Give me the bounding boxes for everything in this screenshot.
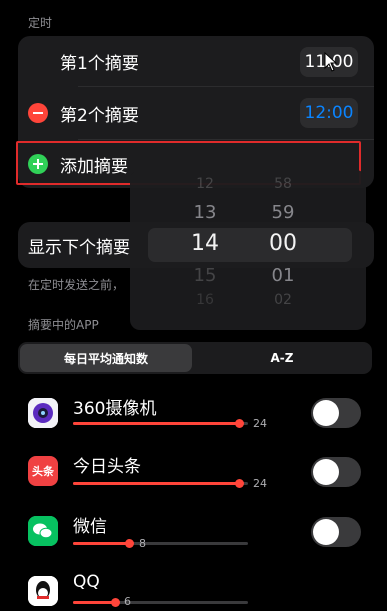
app-row: QQ 6 <box>0 566 387 611</box>
notification-bar-fill <box>73 601 115 604</box>
next-summary-footer: 在定时发送之前， <box>28 278 125 292</box>
apps-section-header: 摘要中的APP <box>28 318 99 332</box>
minute-option[interactable]: 02 <box>258 292 308 308</box>
notification-bar <box>73 419 248 428</box>
notification-bar-knob <box>125 539 134 548</box>
app-row: 微信 8 <box>0 506 387 562</box>
notification-bar <box>73 598 248 607</box>
app-row: 360摄像机 24 <box>0 388 387 444</box>
toggle-knob <box>313 459 339 485</box>
hour-option[interactable]: 15 <box>180 265 230 286</box>
app-row: 头条 今日头条 24 <box>0 446 387 502</box>
remove-summary-button[interactable] <box>28 103 48 123</box>
app-toggle[interactable] <box>311 517 361 547</box>
notification-bar-knob <box>111 598 120 607</box>
toutiao-icon: 头条 <box>28 456 58 486</box>
app-name: 微信 <box>73 517 107 537</box>
hour-option[interactable]: 12 <box>180 176 230 192</box>
minute-option[interactable]: 01 <box>258 265 308 286</box>
next-summary-label: 显示下个摘要 <box>28 237 130 258</box>
summary-row-2[interactable]: 第2个摘要 12:00 <box>18 87 374 139</box>
notification-bar-knob <box>235 479 245 488</box>
notification-count: 6 <box>124 595 131 608</box>
app-name: 今日头条 <box>73 457 141 477</box>
minute-option-selected[interactable]: 00 <box>258 231 308 256</box>
app-name: 360摄像机 <box>73 399 157 419</box>
notification-bar-knob <box>235 419 245 428</box>
summary-1-label: 第1个摘要 <box>60 53 139 74</box>
time-picker[interactable]: 12 13 14 15 16 58 59 00 01 02 <box>130 170 366 330</box>
minus-icon <box>33 112 43 114</box>
hour-option-selected[interactable]: 14 <box>180 231 230 256</box>
summary-row-1[interactable]: 第1个摘要 11:00 <box>18 36 374 86</box>
notification-count: 24 <box>253 417 267 430</box>
sort-option-daily-average[interactable]: 每日平均通知数 <box>20 344 192 372</box>
minute-option[interactable]: 58 <box>258 176 308 192</box>
toggle-knob <box>313 400 339 426</box>
notification-bar-fill <box>73 422 240 425</box>
hour-option[interactable]: 13 <box>180 202 230 223</box>
qq-icon <box>28 576 58 606</box>
notification-bar-fill <box>73 482 240 485</box>
app-toggle[interactable] <box>311 457 361 487</box>
notification-count: 8 <box>139 537 146 550</box>
minute-option[interactable]: 59 <box>258 202 308 223</box>
mouse-cursor-icon <box>324 52 338 72</box>
sort-segmented-control[interactable]: 每日平均通知数 A-Z <box>18 342 372 374</box>
360-camera-icon <box>28 398 58 428</box>
app-toggle[interactable] <box>311 398 361 428</box>
app-name: QQ <box>73 572 100 592</box>
schedule-header: 定时 <box>28 16 53 30</box>
notification-bar-fill <box>73 542 129 545</box>
picker-selection-band <box>148 228 352 262</box>
hour-option[interactable]: 16 <box>180 292 230 308</box>
notification-bar <box>73 539 248 548</box>
summary-2-time-button[interactable]: 12:00 <box>300 98 358 128</box>
wechat-icon <box>28 516 58 546</box>
sort-option-az[interactable]: A-Z <box>194 344 370 372</box>
toutiao-icon-text: 头条 <box>32 465 54 478</box>
notification-bar <box>73 479 248 488</box>
notification-count: 24 <box>253 477 267 490</box>
summary-2-label: 第2个摘要 <box>60 105 139 126</box>
toggle-knob <box>313 519 339 545</box>
